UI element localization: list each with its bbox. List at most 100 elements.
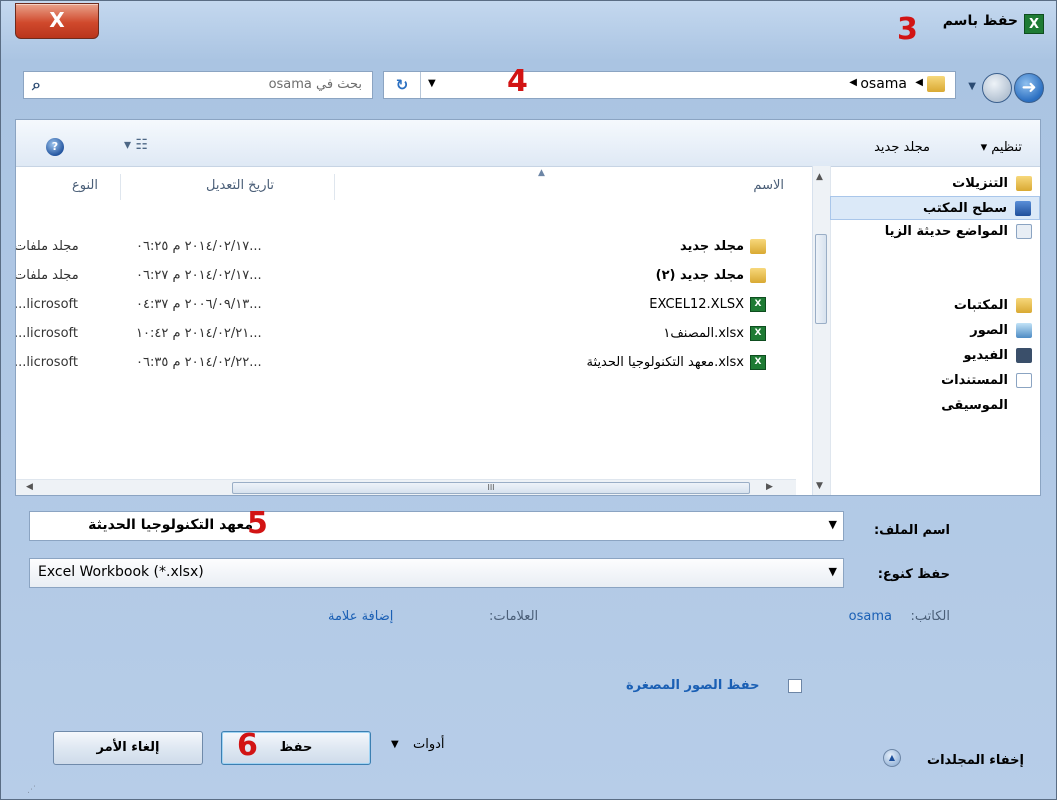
filename-label: اسم الملف:	[873, 523, 950, 538]
save-type-value: Excel Workbook (*.xlsx)	[38, 564, 204, 580]
file-date: ٢٠٠٦/٠٩/١٣ م ٠٤:٣٧...	[136, 297, 262, 312]
table-row[interactable]: X EXCEL12.XLSX ٢٠٠٦/٠٩/١٣ م ٠٤:٣٧... licr…	[16, 294, 796, 316]
search-input[interactable]: ⌕ بحث في osama	[23, 71, 373, 99]
nav-item-label: المواضع حديثة الزيا	[884, 224, 1008, 239]
excel-file-icon: X	[750, 355, 766, 370]
nav-item-libraries[interactable]: المكتبات	[830, 294, 1040, 318]
scroll-right-icon[interactable]: ▶	[766, 482, 773, 492]
nav-item-music[interactable]: ♪ الموسيقى	[830, 394, 1040, 418]
table-row[interactable]: مجلد جديد (٢) ٢٠١٤/٠٢/١٧ م ٠٦:٢٧... مجلد…	[16, 265, 796, 287]
nav-item-label: التنزيلات	[952, 176, 1008, 191]
annotation-number-4: 4	[507, 64, 528, 99]
nav-item-videos[interactable]: الفيديو	[830, 344, 1040, 368]
breadcrumb-osama[interactable]: osama	[860, 76, 907, 92]
file-type: licrosoft...	[15, 326, 78, 341]
resize-grip-icon[interactable]: ⋰	[27, 785, 36, 795]
annotation-number-6: 6	[237, 728, 258, 763]
back-arrow-icon[interactable]	[982, 73, 1012, 103]
nav-item-downloads[interactable]: التنزيلات	[830, 172, 1040, 196]
change-view-icon[interactable]: ▾ ☷	[124, 137, 148, 153]
file-type: مجلد ملفات	[15, 239, 79, 254]
nav-item-label: الموسيقى	[941, 398, 1008, 413]
save-type-label: حفظ كنوع:	[877, 567, 950, 582]
videos-icon	[1016, 348, 1032, 363]
browser-panel: تنظيم ▾ مجلد جديد ▾ ☷ ? ▲ ▼ التنزيلات سط…	[15, 119, 1041, 496]
hide-folders-icon[interactable]: ▲	[883, 749, 901, 767]
nav-item-label: المكتبات	[953, 298, 1008, 313]
column-divider[interactable]	[334, 174, 335, 200]
file-name: مجلد جديد (٢)	[656, 265, 766, 287]
new-folder-button[interactable]: مجلد جديد	[874, 140, 930, 155]
recent-places-icon	[1016, 224, 1032, 239]
file-date: ٢٠١٤/٠٢/٢١ م ١٠:٤٢...	[136, 326, 262, 341]
annotation-number-5: 5	[247, 506, 268, 541]
sort-ascending-icon: ▲	[538, 168, 545, 178]
scroll-thumb[interactable]: III	[232, 482, 750, 494]
breadcrumb-chevron-icon[interactable]: ◀	[915, 77, 923, 88]
file-date: ٢٠١٤/٠٢/١٧ م ٠٦:٢٥...	[136, 239, 262, 254]
nav-item-recent-places[interactable]: المواضع حديثة الزيا	[830, 220, 1040, 244]
table-row[interactable]: Xxlsx.المصنف١ ٢٠١٤/٠٢/٢١ م ١٠:٤٢... licr…	[16, 323, 796, 345]
chevron-down-icon[interactable]: ▼	[829, 565, 837, 578]
folder-icon	[750, 239, 766, 254]
save-type-select[interactable]: Excel Workbook (*.xlsx) ▼	[29, 558, 844, 588]
scroll-down-icon[interactable]: ▼	[816, 481, 823, 491]
column-divider[interactable]	[120, 174, 121, 200]
filename-field[interactable]: معهد التكنولوجيا الحديثة ▼	[29, 511, 844, 541]
nav-item-pictures[interactable]: الصور	[830, 319, 1040, 343]
author-label: الكاتب:	[910, 609, 950, 624]
save-as-dialog: X X حفظ باسم 3 ➜ ▼ ↻ ▼ ◀ osama ◀ 4 ⌕ بحث…	[0, 0, 1057, 800]
save-thumbnail-checkbox[interactable]	[788, 679, 802, 693]
cancel-button[interactable]: إلغاء الأمر	[53, 731, 203, 765]
command-toolbar: تنظيم ▾ مجلد جديد ▾ ☷ ?	[16, 120, 1040, 167]
refresh-icon[interactable]: ↻	[384, 72, 421, 98]
nav-item-label: المستندات	[941, 373, 1008, 388]
pictures-icon	[1016, 323, 1032, 338]
file-name-text: مجلد جديد (٢)	[655, 268, 744, 283]
libraries-icon	[1016, 298, 1032, 313]
address-bar[interactable]: ↻ ▼ ◀ osama ◀	[383, 71, 956, 99]
file-name: Xxlsx.المصنف١	[663, 323, 766, 345]
file-list: ▲ الاسم تاريخ التعديل النوع مجلد جديد ٢٠…	[16, 166, 814, 495]
column-header-name[interactable]: الاسم	[753, 178, 784, 193]
search-placeholder: بحث في osama	[268, 77, 362, 92]
nav-item-desktop[interactable]: سطح المكتب	[830, 196, 1040, 220]
file-date: ٢٠١٤/٠٢/١٧ م ٠٦:٢٧...	[136, 268, 262, 283]
hide-folders-button[interactable]: إخفاء المجلدات	[927, 753, 1024, 768]
scroll-up-icon[interactable]: ▲	[816, 172, 823, 182]
forward-arrow-icon[interactable]: ➜	[1014, 73, 1044, 103]
tools-dropdown-icon[interactable]: ▼	[391, 739, 399, 750]
scroll-left-icon[interactable]: ◀	[26, 482, 33, 492]
nav-item-label: سطح المكتب	[922, 201, 1007, 216]
nav-item-label: الصور	[970, 323, 1008, 338]
nav-scrollbar[interactable]: ▲ ▼	[813, 166, 831, 495]
nav-item-documents[interactable]: المستندات	[830, 369, 1040, 393]
help-icon[interactable]: ?	[46, 138, 64, 156]
add-tag-link[interactable]: إضافة علامة	[328, 609, 393, 624]
breadcrumb-chevron-icon[interactable]: ◀	[849, 77, 857, 88]
file-name: X EXCEL12.XLSX	[649, 294, 766, 316]
address-history-chevron-icon[interactable]: ▼	[428, 78, 436, 89]
author-value[interactable]: osama	[849, 609, 892, 624]
documents-icon	[1016, 373, 1032, 388]
file-name: Xxlsx.معهد التكنولوجيا الحديثة	[587, 352, 766, 374]
save-thumbnail-label[interactable]: حفظ الصور المصغرة	[626, 678, 759, 693]
tools-button[interactable]: أدوات	[413, 737, 445, 752]
scroll-thumb[interactable]	[815, 234, 827, 324]
recent-pages-dropdown[interactable]: ▼	[968, 81, 976, 92]
search-icon[interactable]: ⌕	[32, 75, 41, 95]
table-row[interactable]: مجلد جديد ٢٠١٤/٠٢/١٧ م ٠٦:٢٥... مجلد ملف…	[16, 236, 796, 258]
column-header-type[interactable]: النوع	[72, 178, 98, 193]
desktop-icon	[1015, 201, 1031, 216]
filename-value: معهد التكنولوجيا الحديثة	[88, 517, 253, 533]
close-button[interactable]: X	[15, 3, 99, 39]
table-row[interactable]: Xxlsx.معهد التكنولوجيا الحديثة ٢٠١٤/٠٢/٢…	[16, 352, 796, 374]
chevron-down-icon[interactable]: ▼	[829, 518, 837, 531]
annotation-number-3: 3	[897, 12, 918, 47]
file-name-text: مجلد جديد	[679, 239, 744, 254]
excel-file-icon: X	[750, 297, 766, 312]
organize-menu[interactable]: تنظيم ▾	[981, 140, 1022, 155]
column-header-date[interactable]: تاريخ التعديل	[206, 178, 274, 193]
file-name-text: xlsx.المصنف١	[663, 326, 744, 341]
horizontal-scrollbar[interactable]: ◀ III ▶	[16, 479, 796, 495]
